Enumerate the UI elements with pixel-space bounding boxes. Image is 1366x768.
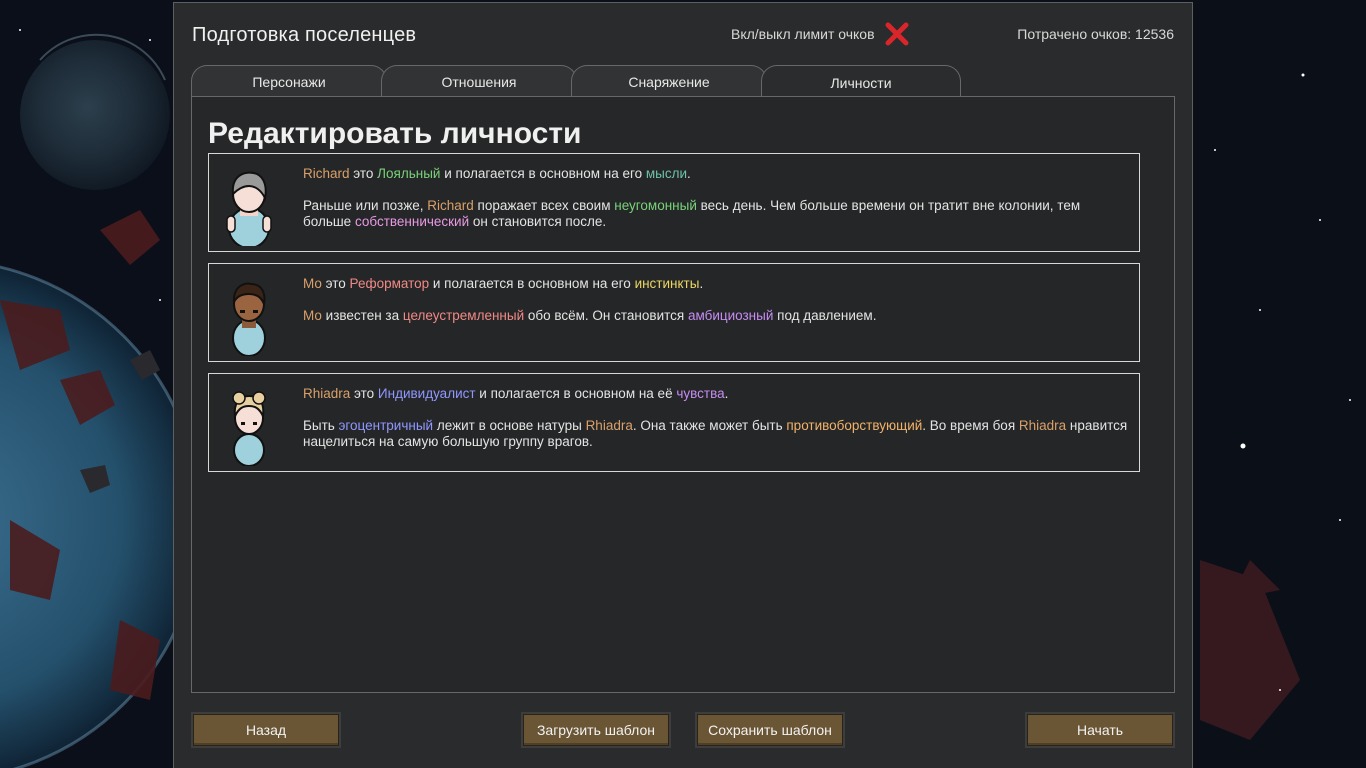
points-limit-label: Вкл/выкл лимит очков xyxy=(731,26,875,42)
description-text: и полагается в основном на её xyxy=(475,386,677,401)
description-text: Раньше или позже, xyxy=(303,198,428,213)
personality-description: Richard это Лояльный и полагается в осно… xyxy=(303,166,1129,230)
colonist-portrait-rhiadra xyxy=(232,391,266,466)
description-text: . Она также может быть xyxy=(632,418,787,433)
description-text: известен за xyxy=(321,308,403,323)
trait-keyword: чувства xyxy=(676,386,725,401)
trait-keyword: мысли xyxy=(645,166,688,181)
trait-keyword: амбициозный xyxy=(687,308,774,323)
red-x-icon[interactable] xyxy=(885,22,909,46)
description-text: лежит в основе натуры xyxy=(433,418,586,433)
trait-keyword: противоборствующий xyxy=(786,418,923,433)
trait-keyword: Лояльный xyxy=(377,166,441,181)
description-text: под давлением. xyxy=(773,308,877,323)
personality-card[interactable]: Мо это Реформатор и полагается в основно… xyxy=(208,263,1140,362)
description-text: . xyxy=(724,386,729,401)
load-template-button[interactable]: Загрузить шаблон xyxy=(521,712,671,748)
description-text: . xyxy=(699,276,704,291)
tab-characters[interactable]: Персонажи xyxy=(191,65,387,98)
prepare-colonists-dialog: Подготовка поселенцев Вкл/выкл лимит очк… xyxy=(173,2,1193,768)
colonist-portrait-mo xyxy=(232,282,266,356)
description-text: обо всём. Он становится xyxy=(524,308,688,323)
personality-description: Мо это Реформатор и полагается в основно… xyxy=(303,276,1129,324)
personality-details: Быть эгоцентричный лежит в основе натуры… xyxy=(303,418,1129,450)
points-spent-readout: Потрачено очков: 12536 xyxy=(1017,26,1174,42)
personalities-panel: Редактировать личности Richard это Лояль… xyxy=(191,96,1175,693)
trait-keyword: собственнический xyxy=(354,214,470,229)
trait-keyword: эгоцентричный xyxy=(338,418,434,433)
description-text: поражает всех своим xyxy=(473,198,615,213)
description-text: Быть xyxy=(303,418,339,433)
description-text: это xyxy=(321,276,350,291)
start-button[interactable]: Начать xyxy=(1025,712,1175,748)
colonist-name: Richard xyxy=(427,198,474,213)
trait-keyword: Реформатор xyxy=(349,276,430,291)
description-text: это xyxy=(349,166,378,181)
colonist-name: Rhiadra xyxy=(1018,418,1067,433)
tab-personalities[interactable]: Личности xyxy=(761,65,961,99)
tab-equipment[interactable]: Снаряжение xyxy=(571,65,767,98)
trait-keyword: неугомонный xyxy=(614,198,697,213)
trait-keyword: Индивидуалист xyxy=(377,386,476,401)
colonist-portrait-richard xyxy=(226,171,272,246)
points-limit-toggle[interactable]: Вкл/выкл лимит очков xyxy=(731,20,909,48)
dialog-title: Подготовка поселенцев xyxy=(192,24,417,46)
back-button[interactable]: Назад xyxy=(191,712,341,748)
personality-details: Мо известен за целеустремленный обо всём… xyxy=(303,308,1129,324)
description-text: он становится после. xyxy=(469,214,607,229)
description-text: . Во время боя xyxy=(922,418,1019,433)
personality-summary: Мо это Реформатор и полагается в основно… xyxy=(303,276,1129,292)
panel-heading: Редактировать личности xyxy=(208,117,582,150)
colonist-name: Richard xyxy=(303,166,350,181)
personality-card[interactable]: Rhiadra это Индивидуалист и полагается в… xyxy=(208,373,1140,472)
planet-small xyxy=(20,40,170,190)
description-text: это xyxy=(350,386,378,401)
description-text: и полагается в основном на его xyxy=(429,276,635,291)
save-template-button[interactable]: Сохранить шаблон xyxy=(695,712,845,748)
tab-relationships[interactable]: Отношения xyxy=(381,65,577,98)
colonist-name: Rhiadra xyxy=(303,386,351,401)
personality-card[interactable]: Richard это Лояльный и полагается в осно… xyxy=(208,153,1140,252)
personality-summary: Richard это Лояльный и полагается в осно… xyxy=(303,166,1129,182)
description-text: . xyxy=(687,166,691,181)
colonist-name: Мо xyxy=(303,308,322,323)
colonist-name: Мо xyxy=(303,276,322,291)
trait-keyword: инстинкты xyxy=(634,276,700,291)
personality-summary: Rhiadra это Индивидуалист и полагается в… xyxy=(303,386,1129,402)
colonist-name: Rhiadra xyxy=(585,418,633,433)
trait-keyword: целеустремленный xyxy=(402,308,525,323)
description-text: и полагается в основном на его xyxy=(440,166,646,181)
personality-details: Раньше или позже, Richard поражает всех … xyxy=(303,198,1129,230)
personality-description: Rhiadra это Индивидуалист и полагается в… xyxy=(303,386,1129,450)
